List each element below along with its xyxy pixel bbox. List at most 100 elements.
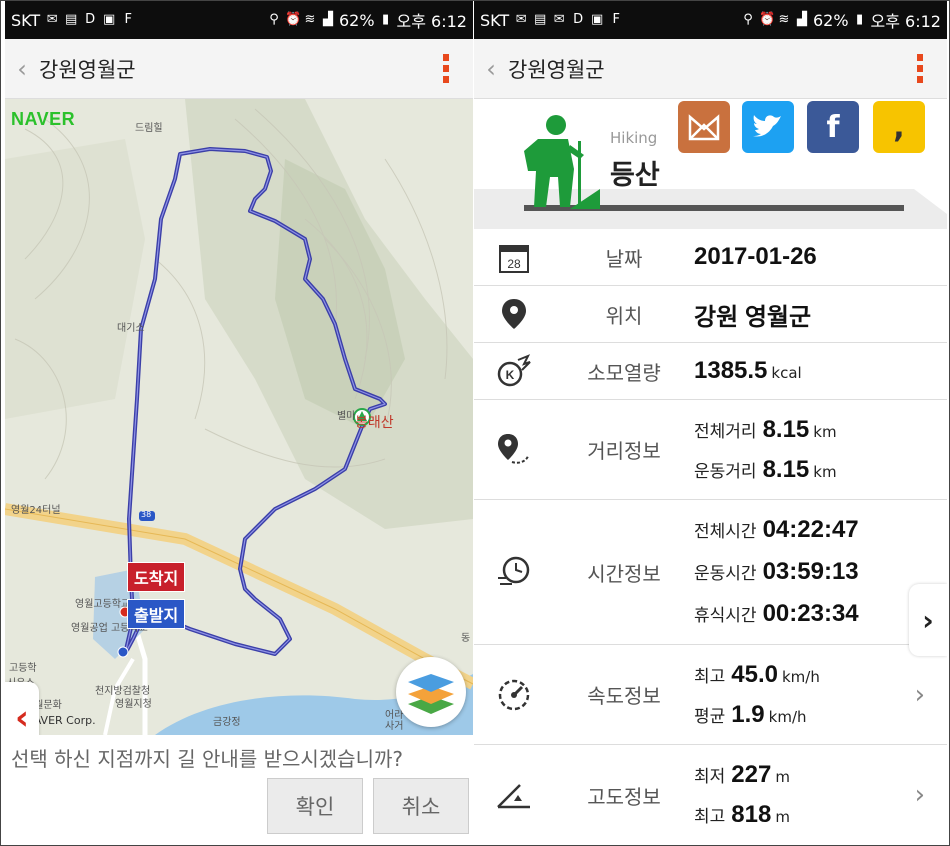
activity-name-en: Hiking xyxy=(610,129,658,147)
peak-label[interactable]: 봉래산 xyxy=(355,412,394,432)
rest-time-label: 휴식시간 xyxy=(694,606,757,626)
distance-unit: km xyxy=(813,462,837,481)
app-bar: ‹ 강원영월군 xyxy=(5,39,473,99)
speed-row[interactable]: 속도정보 최고 45.0 km/h 평균 1.9 km/h › xyxy=(474,645,947,745)
carrier-label: SKT xyxy=(11,10,41,30)
altitude-label: 고도정보 xyxy=(587,784,661,809)
svg-text:K: K xyxy=(506,368,515,382)
activity-header: Hiking 등산 f , xyxy=(474,99,947,229)
notification-icon: D xyxy=(85,12,96,27)
calendar-icon: 28 xyxy=(499,245,529,273)
image-icon: ▣ xyxy=(591,12,604,27)
location-icon: ⚲ xyxy=(269,12,279,27)
distance-label: 거리정보 xyxy=(587,439,661,463)
facebook-icon: f xyxy=(826,109,840,145)
status-bar: SKT ✉ ▤ ✉ D ▣ F ⚲ ⏰ ≋ ▟ 62% ▮ 오후 6:12 xyxy=(474,1,947,39)
date-value: 2017-01-26 xyxy=(694,243,817,270)
image-icon: ▣ xyxy=(103,12,116,27)
max-altitude-value: 818 xyxy=(731,801,772,828)
moving-time-value: 03:59:13 xyxy=(762,558,859,585)
total-distance-label: 전체거리 xyxy=(694,421,757,442)
calories-row: K 소모열량 1385.5 kcal xyxy=(474,343,947,400)
map-label: 고등학 xyxy=(9,663,37,674)
notification-icon: F xyxy=(612,12,620,27)
notification-icon: ✉ xyxy=(515,12,527,27)
chevron-right-icon[interactable]: › xyxy=(915,780,925,810)
location-icon: ⚲ xyxy=(743,12,753,27)
notification-icon: F xyxy=(124,12,132,27)
start-point-marker[interactable]: 출발지 xyxy=(127,599,186,629)
map-label: 금강정 xyxy=(213,717,241,728)
min-altitude-value: 227 xyxy=(731,761,772,788)
calories-icon: K xyxy=(497,354,531,387)
back-button[interactable]: ‹ xyxy=(5,55,39,83)
page-title: 강원영월군 xyxy=(508,57,605,82)
battery-icon: ▮ xyxy=(381,12,390,27)
location-row: 위치 강원 영월군 xyxy=(474,286,947,343)
cancel-button[interactable]: 취소 xyxy=(373,778,469,834)
page-title: 강원영월군 xyxy=(39,57,136,82)
screenshot-frame: SKT ✉ ▤ D ▣ F ⚲ ⏰ ≋ ▟ 62% ▮ 오후 6:12 ‹ 강원… xyxy=(0,0,950,846)
speedometer-icon xyxy=(498,679,530,710)
map-view[interactable]: NAVER 드림힐 대기소 별마 영월고등학교 영월공업 고등학교 고등학 영월… xyxy=(5,99,473,735)
wifi-icon: ≋ xyxy=(778,12,790,27)
activity-name-ko: 등산 xyxy=(610,160,660,191)
end-point-marker[interactable]: 도착지 xyxy=(127,562,186,592)
battery-icon: ▮ xyxy=(855,12,864,27)
speed-label: 속도정보 xyxy=(587,684,661,708)
calories-label: 소모열량 xyxy=(587,360,661,385)
calendar-icon-day: 28 xyxy=(507,257,521,271)
map-screen: SKT ✉ ▤ D ▣ F ⚲ ⏰ ≋ ▟ 62% ▮ 오후 6:12 ‹ 강원… xyxy=(5,1,473,845)
clock-icon xyxy=(498,556,530,585)
previous-arrow-button[interactable]: ‹ xyxy=(5,682,39,735)
kakaotalk-icon: , xyxy=(893,109,905,145)
layers-icon xyxy=(408,674,454,714)
map-label: 별마 xyxy=(337,411,356,422)
moving-distance-value: 8.15 xyxy=(762,455,810,483)
max-speed-label: 최고 xyxy=(694,666,726,687)
more-menu-icon[interactable] xyxy=(443,54,449,83)
moving-distance-label: 운동거리 xyxy=(694,461,757,482)
back-button[interactable]: ‹ xyxy=(474,55,508,83)
location-pin-icon xyxy=(502,299,526,329)
prompt-question: 선택 하신 지점까지 길 안내를 받으시겠습니까? xyxy=(11,747,404,771)
next-arrow-button[interactable]: › xyxy=(909,584,947,656)
twitter-share-button[interactable] xyxy=(742,101,794,153)
map-label: 영월지청 xyxy=(115,699,152,710)
time-row: 시간정보 전체시간 04:22:47 운동시간 03:59:13 휴식시간 00:23… xyxy=(474,500,947,645)
total-time-value: 04:22:47 xyxy=(762,516,859,543)
app-bar: ‹ 강원영월군 xyxy=(474,39,947,99)
distance-icon xyxy=(498,433,529,464)
kakaotalk-share-button[interactable]: , xyxy=(873,101,925,153)
date-row: 28 날짜 2017-01-26 xyxy=(474,229,947,286)
notification-icon: D xyxy=(573,12,584,27)
location-value: 강원 영월군 xyxy=(694,303,812,331)
chevron-right-icon[interactable]: › xyxy=(915,680,925,710)
altitude-icon xyxy=(497,784,530,809)
more-menu-icon[interactable] xyxy=(917,54,923,83)
notification-icon: ✉ xyxy=(46,12,58,27)
facebook-share-button[interactable]: f xyxy=(807,101,859,153)
moving-time-label: 운동시간 xyxy=(694,564,757,584)
road-number: 38 xyxy=(141,510,152,519)
kakaostory-icon xyxy=(688,114,720,141)
altitude-unit: m xyxy=(775,768,790,786)
clock: 오후 6:12 xyxy=(396,12,467,31)
total-distance-value: 8.15 xyxy=(762,415,810,443)
map-label: 영월고등학교 xyxy=(75,599,131,610)
activity-detail-screen: SKT ✉ ▤ ✉ D ▣ F ⚲ ⏰ ≋ ▟ 62% ▮ 오후 6:12 ‹ … xyxy=(474,1,947,845)
date-label: 날짜 xyxy=(605,246,643,271)
battery-percent: 62% xyxy=(812,10,849,30)
min-altitude-label: 최저 xyxy=(694,767,726,787)
map-layers-button[interactable] xyxy=(396,657,466,727)
notification-icon: ▤ xyxy=(534,12,547,27)
wifi-icon: ≋ xyxy=(304,12,316,27)
avg-speed-label: 평균 xyxy=(694,706,726,727)
confirm-button[interactable]: 확인 xyxy=(267,778,363,834)
navigation-prompt: 선택 하신 지점까지 길 안내를 받으시겠습니까? 확인 취소 xyxy=(5,735,473,845)
notification-icon: ✉ xyxy=(553,12,565,27)
altitude-row[interactable]: 고도정보 최저 227 m 최고 818 m › xyxy=(474,745,947,845)
kakaostory-share-button[interactable] xyxy=(678,101,730,153)
map-label: 드림힐 xyxy=(135,123,163,134)
map-label: 동 xyxy=(461,633,471,644)
